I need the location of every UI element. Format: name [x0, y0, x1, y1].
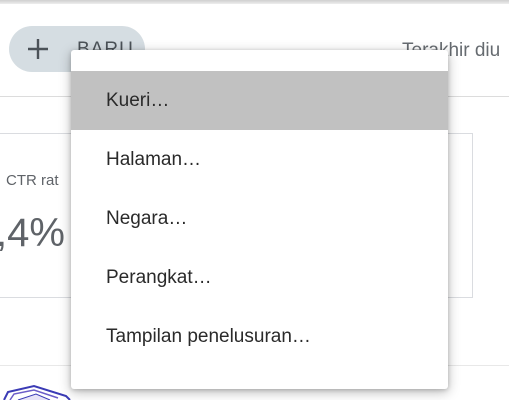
menu-item-pages[interactable]: Halaman…: [71, 130, 448, 189]
menu-item-devices[interactable]: Perangkat…: [71, 248, 448, 307]
plus-icon: [28, 39, 48, 59]
metric-value: ,4%: [0, 211, 65, 255]
menu-item-search-appearance[interactable]: Tampilan penelusuran…: [71, 307, 448, 366]
dimension-menu: Kueri… Halaman… Negara… Perangkat… Tampi…: [71, 50, 448, 389]
menu-item-countries[interactable]: Negara…: [71, 189, 448, 248]
illustration-graphic: [3, 384, 71, 400]
metric-label: CTR rat: [6, 172, 59, 189]
menu-item-queries[interactable]: Kueri…: [71, 71, 448, 130]
